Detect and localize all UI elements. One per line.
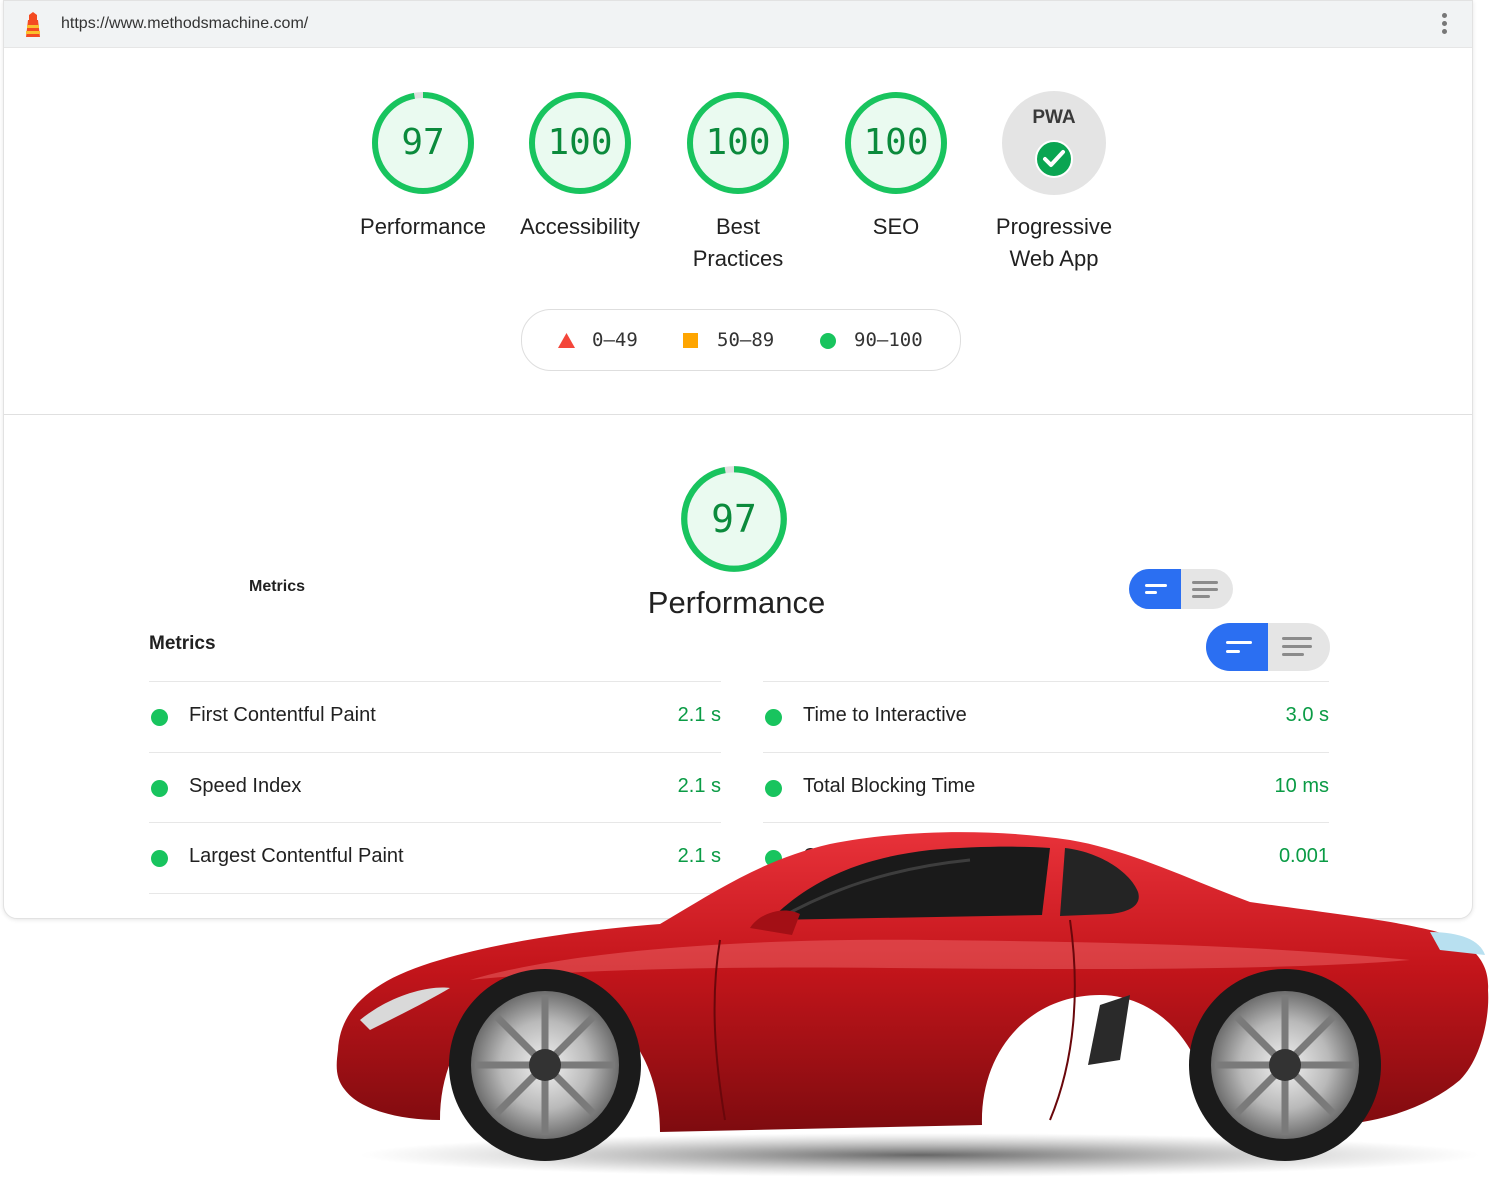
metric-row[interactable]: Speed Index 2.1 s [149,752,721,823]
check-icon [1035,140,1073,178]
gauge-label: Accessibility [520,214,640,239]
gauge-label: Performance [360,214,486,239]
pwa-badge-text: PWA [1032,107,1076,128]
gauge-score: 97 [401,122,445,163]
legend-range: 50–89 [717,329,775,351]
performance-gauge: 97 [669,463,799,575]
view-toggle-small[interactable] [1129,569,1233,609]
gauge-seo[interactable]: 100 SEO [831,89,961,243]
lighthouse-icon [26,12,40,37]
red-sports-car-image [336,832,1489,1177]
metric-row[interactable]: First Contentful Paint 2.1 s [149,681,721,752]
metric-row[interactable]: Time to Interactive 3.0 s [763,681,1329,752]
metric-name: First Contentful Paint [189,704,376,726]
metric-value: 10 ms [1274,775,1329,797]
metric-name: Time to Interactive [803,704,967,726]
pass-dot-icon [151,709,168,726]
metric-row[interactable]: Total Blocking Time 10 ms [763,752,1329,823]
gauge-score: 97 [711,497,757,541]
gauge-best-practices[interactable]: 100 Best Practices [673,89,803,275]
metric-name: Speed Index [189,775,302,797]
pwa-badge: PWA [1002,91,1106,195]
metric-value: 2.1 s [677,775,721,797]
gauge-label: Progressive Web App [995,214,1113,271]
section-divider [4,414,1472,415]
gauge-score: 100 [863,122,929,163]
gauge-performance[interactable]: 97 Performance [358,89,488,243]
toggle-summary-view[interactable] [1206,623,1268,671]
pass-dot-icon [151,780,168,797]
toggle-summary-view[interactable] [1129,569,1181,609]
pass-dot-icon [765,709,782,726]
page-url[interactable]: https://www.methodsmachine.com/ [61,15,308,33]
gauge-score: 100 [547,122,613,163]
gauge-accessibility[interactable]: 100 Accessibility [515,89,645,243]
metrics-heading-ghost: Metrics [249,578,306,595]
square-icon [683,333,698,348]
legend-range: 90–100 [854,329,923,351]
gauge-pwa[interactable]: PWA Progressive Web App [989,89,1119,275]
score-legend: 0–49 50–89 90–100 [521,309,961,371]
triangle-icon [558,333,575,348]
metric-value: 3.0 s [1285,704,1329,726]
gauge-score: 100 [705,122,771,163]
pass-dot-icon [765,780,782,797]
report-url-bar: https://www.methodsmachine.com/ [4,1,1472,48]
view-toggle[interactable] [1206,623,1330,671]
circle-icon [820,333,836,349]
gauge-label: Best Practices [692,214,784,271]
lighthouse-report-window: https://www.methodsmachine.com/ 97 Perfo… [3,0,1473,919]
metric-value: 2.1 s [677,704,721,726]
metric-name: Total Blocking Time [803,775,976,797]
pass-dot-icon [151,850,168,867]
metrics-heading: Metrics [149,633,216,654]
legend-range: 0–49 [592,329,638,351]
gauge-label: SEO [872,214,920,239]
more-options-icon[interactable] [1442,13,1448,37]
performance-title: Performance [647,585,826,620]
